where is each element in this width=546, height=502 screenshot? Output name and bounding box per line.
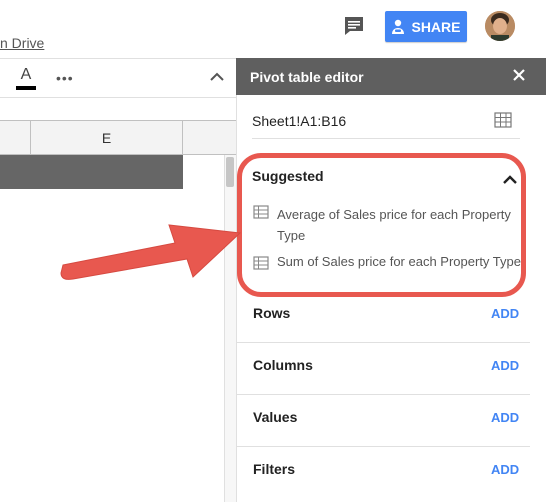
person-add-icon [392,19,405,34]
section-rows-label: Rows [253,305,291,321]
avatar[interactable] [485,11,515,41]
values-add-button[interactable]: ADD [491,410,519,425]
section-filters-label: Filters [253,461,296,477]
divider [236,342,530,343]
share-label: SHARE [411,18,461,35]
close-icon[interactable] [511,67,527,83]
section-columns-label: Columns [253,357,313,373]
rows-add-button[interactable]: ADD [491,306,519,321]
more-icon[interactable]: ••• [56,70,74,86]
section-values-label: Values [253,409,298,425]
comment-icon[interactable] [343,15,365,37]
column-header-e[interactable]: E [30,121,183,154]
columns-add-button[interactable]: ADD [491,358,519,373]
drive-link[interactable]: n Drive [0,35,44,51]
share-button[interactable]: SHARE [385,11,467,42]
text-color-letter: A [20,66,32,83]
arrow-annotation [60,224,242,280]
table-grid-icon[interactable] [494,112,512,128]
panel-title: Pivot table editor [250,69,364,85]
chevron-up-icon[interactable] [208,68,226,86]
range-text[interactable]: Sheet1!A1:B16 [252,113,346,129]
scroll-thumb[interactable] [226,157,234,187]
text-color-swatch [16,86,36,90]
highlight-box [237,153,526,297]
divider [236,394,530,395]
text-color-button[interactable]: A [15,66,37,90]
divider [252,138,520,139]
header-row-cells[interactable] [0,155,183,189]
filters-add-button[interactable]: ADD [491,462,519,477]
divider [236,446,530,447]
